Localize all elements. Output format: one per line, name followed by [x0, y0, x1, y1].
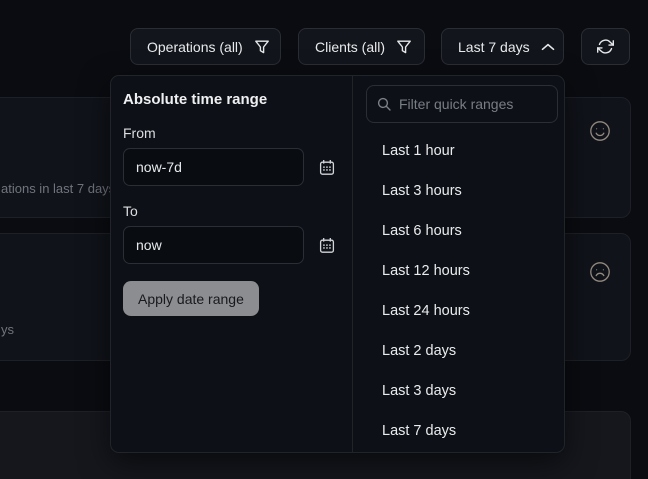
quick-range-option[interactable]: Last 6 hours	[353, 211, 564, 251]
quick-range-option[interactable]: Last 24 hours	[353, 291, 564, 331]
card-caption: ations in last 7 days	[1, 181, 115, 196]
quick-range-option[interactable]: Last 1 hour	[353, 131, 564, 171]
clients-filter-button[interactable]: Clients (all)	[298, 28, 425, 65]
funnel-icon	[254, 39, 270, 55]
quick-range-option[interactable]: Last 7 days	[353, 411, 564, 451]
clients-filter-label: Clients (all)	[315, 39, 385, 55]
time-range-label: Last 7 days	[458, 39, 530, 55]
search-icon	[377, 97, 391, 111]
to-calendar-button[interactable]	[319, 237, 335, 254]
apply-date-range-button[interactable]: Apply date range	[123, 281, 259, 316]
from-calendar-button[interactable]	[319, 159, 335, 176]
from-input[interactable]	[123, 148, 304, 186]
quick-ranges-list: Last 1 hour Last 3 hours Last 6 hours La…	[353, 131, 564, 451]
quick-range-option[interactable]: Last 2 days	[353, 331, 564, 371]
card-caption: ys	[1, 322, 14, 337]
to-label: To	[123, 203, 352, 219]
refresh-button[interactable]	[581, 28, 630, 65]
sad-face-icon	[589, 261, 611, 283]
calendar-icon	[319, 237, 335, 254]
time-range-button[interactable]: Last 7 days	[441, 28, 564, 65]
absolute-time-range-section: Absolute time range From	[111, 76, 353, 452]
dashboard-page: ations in last 7 days ys Operations (all…	[0, 0, 648, 479]
calendar-icon	[319, 159, 335, 176]
time-picker-dropdown: Absolute time range From	[110, 75, 565, 453]
quick-ranges-search[interactable]	[366, 85, 558, 123]
quick-ranges-filter-input[interactable]	[399, 96, 547, 112]
funnel-icon	[396, 39, 412, 55]
chevron-up-icon	[541, 43, 555, 51]
quick-range-option[interactable]: Last 3 days	[353, 371, 564, 411]
operations-filter-label: Operations (all)	[147, 39, 243, 55]
quick-range-option[interactable]: Last 12 hours	[353, 251, 564, 291]
absolute-time-range-title: Absolute time range	[123, 91, 352, 108]
quick-ranges-section: Last 1 hour Last 3 hours Last 6 hours La…	[353, 76, 564, 452]
happy-face-icon	[589, 120, 611, 142]
operations-filter-button[interactable]: Operations (all)	[130, 28, 281, 65]
quick-range-option[interactable]: Last 3 hours	[353, 171, 564, 211]
from-label: From	[123, 125, 352, 141]
to-input[interactable]	[123, 226, 304, 264]
refresh-icon	[597, 38, 614, 55]
